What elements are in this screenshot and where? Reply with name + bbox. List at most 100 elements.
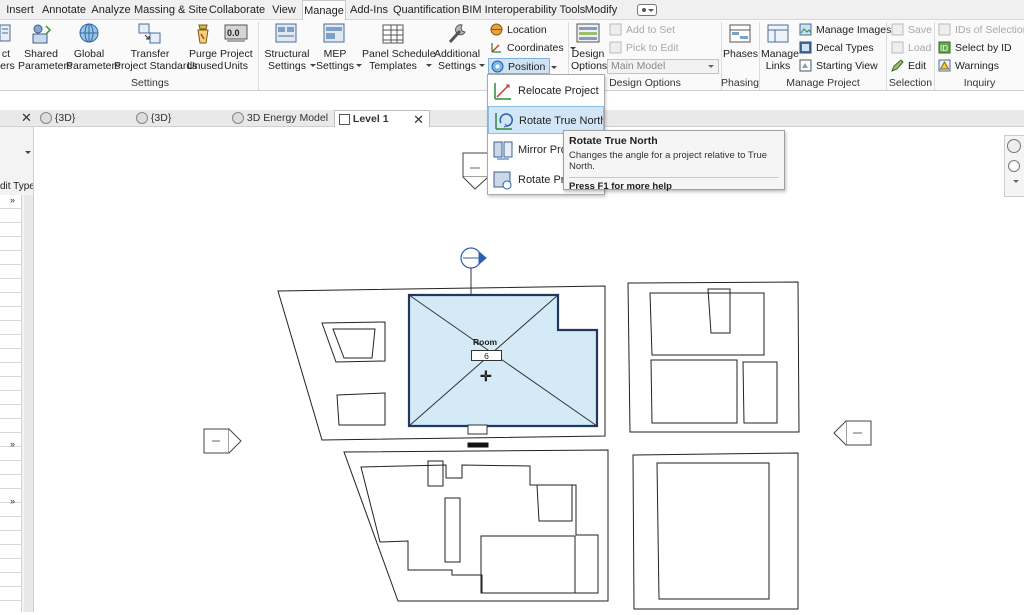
manage-images-button[interactable]: Manage Images	[799, 22, 891, 38]
phases-button[interactable]: Phases	[723, 22, 758, 60]
location-button[interactable]: Location	[490, 22, 547, 38]
mep-settings-icon	[322, 22, 348, 46]
tooltip-help: Press F1 for more help	[569, 181, 672, 192]
additional-settings-button[interactable]: Additional Settings	[433, 22, 481, 72]
zoom-icon[interactable]	[1008, 160, 1020, 172]
collapse-group-icon[interactable]: »	[10, 439, 15, 449]
tab-modify[interactable]: Modify	[582, 0, 620, 20]
position-button[interactable]: Position	[488, 58, 558, 74]
tab-manage[interactable]: Manage	[302, 0, 346, 21]
collapse-group-icon[interactable]: »	[10, 195, 15, 205]
building-footprint	[321, 321, 386, 363]
decal-types-button[interactable]: Decal Types	[799, 40, 874, 56]
view-tab-label: {3D}	[54, 112, 76, 124]
project-units-label-2: Units	[224, 60, 248, 72]
save-selection-button[interactable]: Save	[891, 22, 932, 38]
edit-type-button[interactable]: dit Type	[0, 181, 33, 192]
floor-plan-drawing[interactable]	[35, 127, 1024, 612]
type-selector-arrow-icon[interactable]	[25, 151, 31, 154]
tab-massing-site[interactable]: Massing & Site	[134, 0, 207, 20]
close-tab-icon[interactable]: ✕	[413, 111, 424, 128]
load-selection-button[interactable]: Load	[891, 40, 931, 56]
add-to-set-label: Add to Set	[626, 24, 676, 36]
coordinates-icon	[490, 41, 503, 54]
tab-view[interactable]: View	[268, 0, 300, 20]
starting-view-icon	[799, 59, 812, 72]
design-options-label-2: Options	[571, 60, 608, 72]
select-by-id-button[interactable]: ID Select by ID	[938, 40, 1012, 56]
view-tab-3d-energy-model[interactable]: 3D Energy Model	[228, 110, 328, 127]
building-footprint	[480, 535, 576, 594]
tab-insert[interactable]: Insert	[2, 0, 38, 20]
transfer-project-standards-button[interactable]: Transfer Project Standards	[114, 22, 197, 72]
view-tab-level-1[interactable]: Level 1 ✕	[334, 110, 430, 127]
view-tab-3d-1[interactable]: {3D}	[36, 110, 126, 127]
select-by-id-label: Select by ID	[955, 42, 1012, 54]
ids-of-selection-button[interactable]: IDs of Selection	[938, 22, 1024, 38]
ids-of-selection-label: IDs of Selection	[955, 24, 1024, 36]
tab-collaborate[interactable]: Collaborate	[208, 0, 266, 20]
project-units-button[interactable]: 0.0 Project Units	[220, 22, 253, 72]
shared-parameters-label-2: Parameters	[18, 60, 73, 72]
phases-icon	[727, 22, 753, 46]
room-tag-name: Room	[473, 337, 498, 347]
main-model-select[interactable]: Main Model	[607, 59, 719, 74]
3d-view-icon	[136, 112, 148, 125]
manage-links-button[interactable]: Manage Links	[761, 22, 799, 72]
pick-to-edit-button[interactable]: Pick to Edit	[609, 40, 679, 56]
position-icon	[491, 60, 504, 73]
view-tab-label: Level 1	[352, 113, 389, 125]
global-parameters-button[interactable]: Global Parameters	[66, 22, 120, 72]
properties-scrollbar[interactable]	[24, 195, 33, 612]
drawing-canvas[interactable]: Room 6 ✛	[35, 127, 1024, 612]
panel-schedule-dropdown-arrow-icon[interactable]	[426, 64, 432, 67]
decal-icon	[799, 41, 812, 54]
edit-selection-icon	[891, 59, 904, 72]
tab-add-ins[interactable]: Add-Ins	[348, 0, 390, 20]
pick-to-edit-label: Pick to Edit	[626, 42, 679, 54]
collapse-group-icon[interactable]: »	[10, 496, 15, 506]
warnings-icon	[938, 59, 951, 72]
coordinates-button[interactable]: Coordinates	[490, 40, 576, 56]
cut-off-button[interactable]: ct ters	[0, 22, 16, 72]
warnings-button[interactable]: Warnings	[938, 58, 999, 74]
building-footprint	[360, 464, 599, 594]
relocate-project-item[interactable]: Relocate Project	[488, 77, 604, 105]
tab-analyze[interactable]: Analyze	[90, 0, 132, 20]
tooltip-divider	[569, 177, 779, 178]
design-options-icon	[575, 22, 601, 46]
starting-view-button[interactable]: Starting View	[799, 58, 878, 74]
west-elevation-marker[interactable]	[203, 428, 242, 454]
panel-schedule-label-2: Templates	[369, 60, 417, 72]
panel-schedule-label-1: Panel Schedule	[362, 48, 436, 60]
design-options-button[interactable]: Design Options	[571, 22, 608, 72]
elevation-view-marker[interactable]	[460, 247, 487, 269]
save-icon	[891, 23, 904, 36]
panel-schedule-templates-button[interactable]: Panel Schedule Templates	[362, 22, 436, 72]
left-panel-close-icon[interactable]: ✕	[21, 111, 32, 125]
additional-dropdown-arrow-icon[interactable]	[479, 64, 485, 67]
purge-label-2: Unused	[187, 60, 224, 72]
mep-settings-button[interactable]: MEP Settings	[315, 22, 355, 72]
tab-quantification[interactable]: Quantification	[393, 0, 460, 20]
building-footprint	[650, 359, 738, 424]
purge-label-1: Purge	[188, 48, 218, 60]
building-footprint	[536, 484, 573, 522]
purge-unused-button[interactable]: Purge Unused	[187, 22, 223, 72]
shared-parameters-icon	[28, 22, 54, 46]
north-elevation-marker[interactable]	[462, 152, 489, 190]
steering-wheel-icon[interactable]	[1007, 139, 1021, 153]
edit-selection-button[interactable]: Edit	[891, 58, 926, 74]
shared-parameters-button[interactable]: Shared Parameters	[18, 22, 72, 72]
room-crosshair-icon: ✛	[480, 368, 492, 384]
ribbon-toggle-icon[interactable]	[637, 4, 657, 16]
relocate-project-label: Relocate Project	[518, 85, 599, 97]
view-tab-3d-2[interactable]: {3D}	[132, 110, 222, 127]
east-elevation-marker[interactable]	[833, 420, 872, 446]
tab-annotate[interactable]: Annotate	[40, 0, 88, 20]
room-tag-number[interactable]: 6	[471, 350, 502, 361]
tab-bim-interoperability-tools[interactable]: BIM Interoperability Tools	[462, 0, 585, 20]
add-to-set-button[interactable]: Add to Set	[609, 22, 675, 38]
structural-settings-button[interactable]: Structural Settings	[264, 22, 310, 72]
nav-dropdown-arrow-icon[interactable]	[1013, 180, 1019, 183]
